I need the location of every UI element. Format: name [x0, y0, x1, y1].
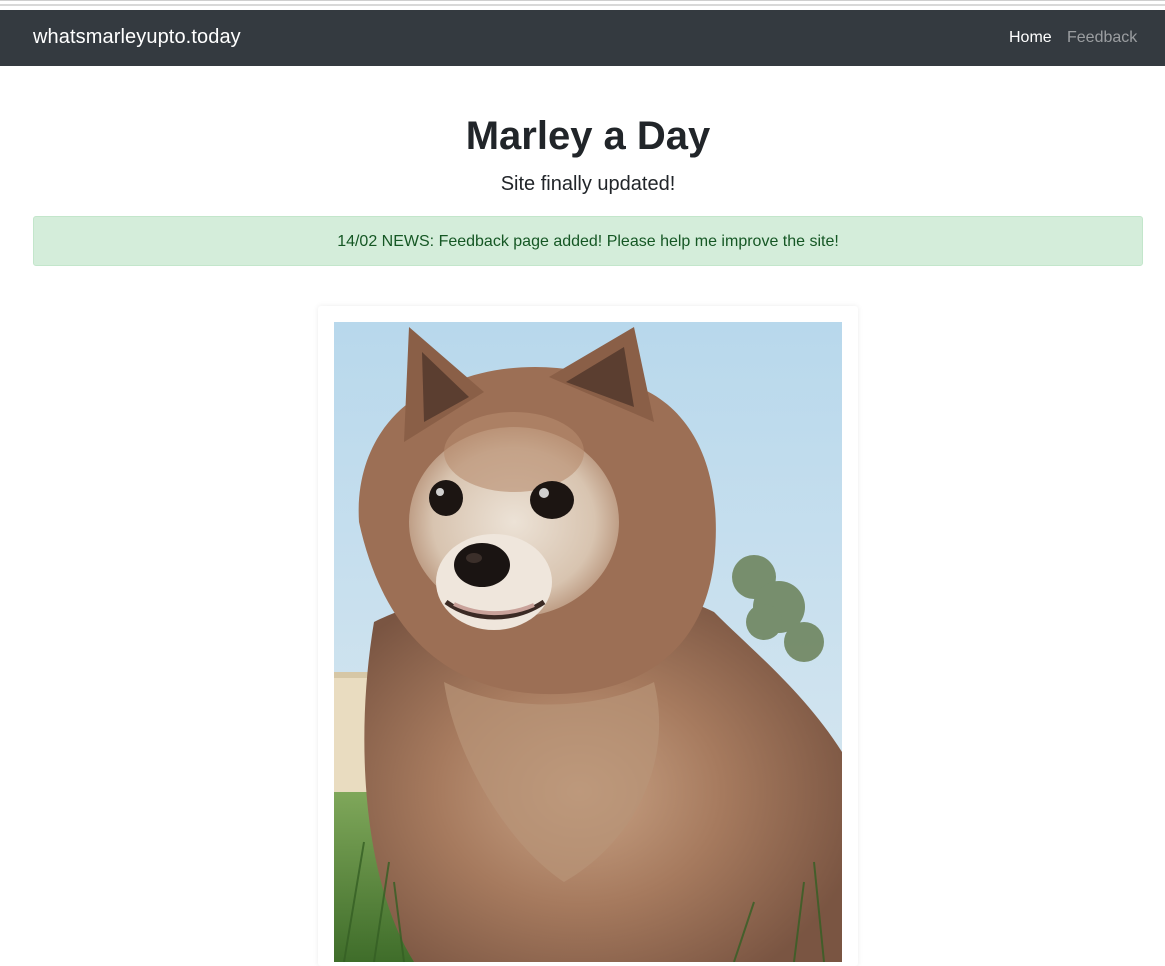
- nav-home-link[interactable]: Home: [1009, 29, 1052, 47]
- dog-photo: [334, 322, 842, 962]
- page-title: Marley a Day: [465, 114, 711, 158]
- nav-feedback-link[interactable]: Feedback: [1067, 29, 1137, 47]
- news-alert: 14/02 NEWS: Feedback page added! Please …: [33, 216, 1143, 266]
- navbar: whatsmarleyupto.today Home Feedback: [0, 10, 1165, 66]
- brand-link[interactable]: whatsmarleyupto.today: [33, 26, 241, 49]
- browser-top-edge: [0, 0, 1165, 10]
- page-subtitle: Site finally updated!: [500, 173, 676, 195]
- photo-card: [318, 306, 858, 966]
